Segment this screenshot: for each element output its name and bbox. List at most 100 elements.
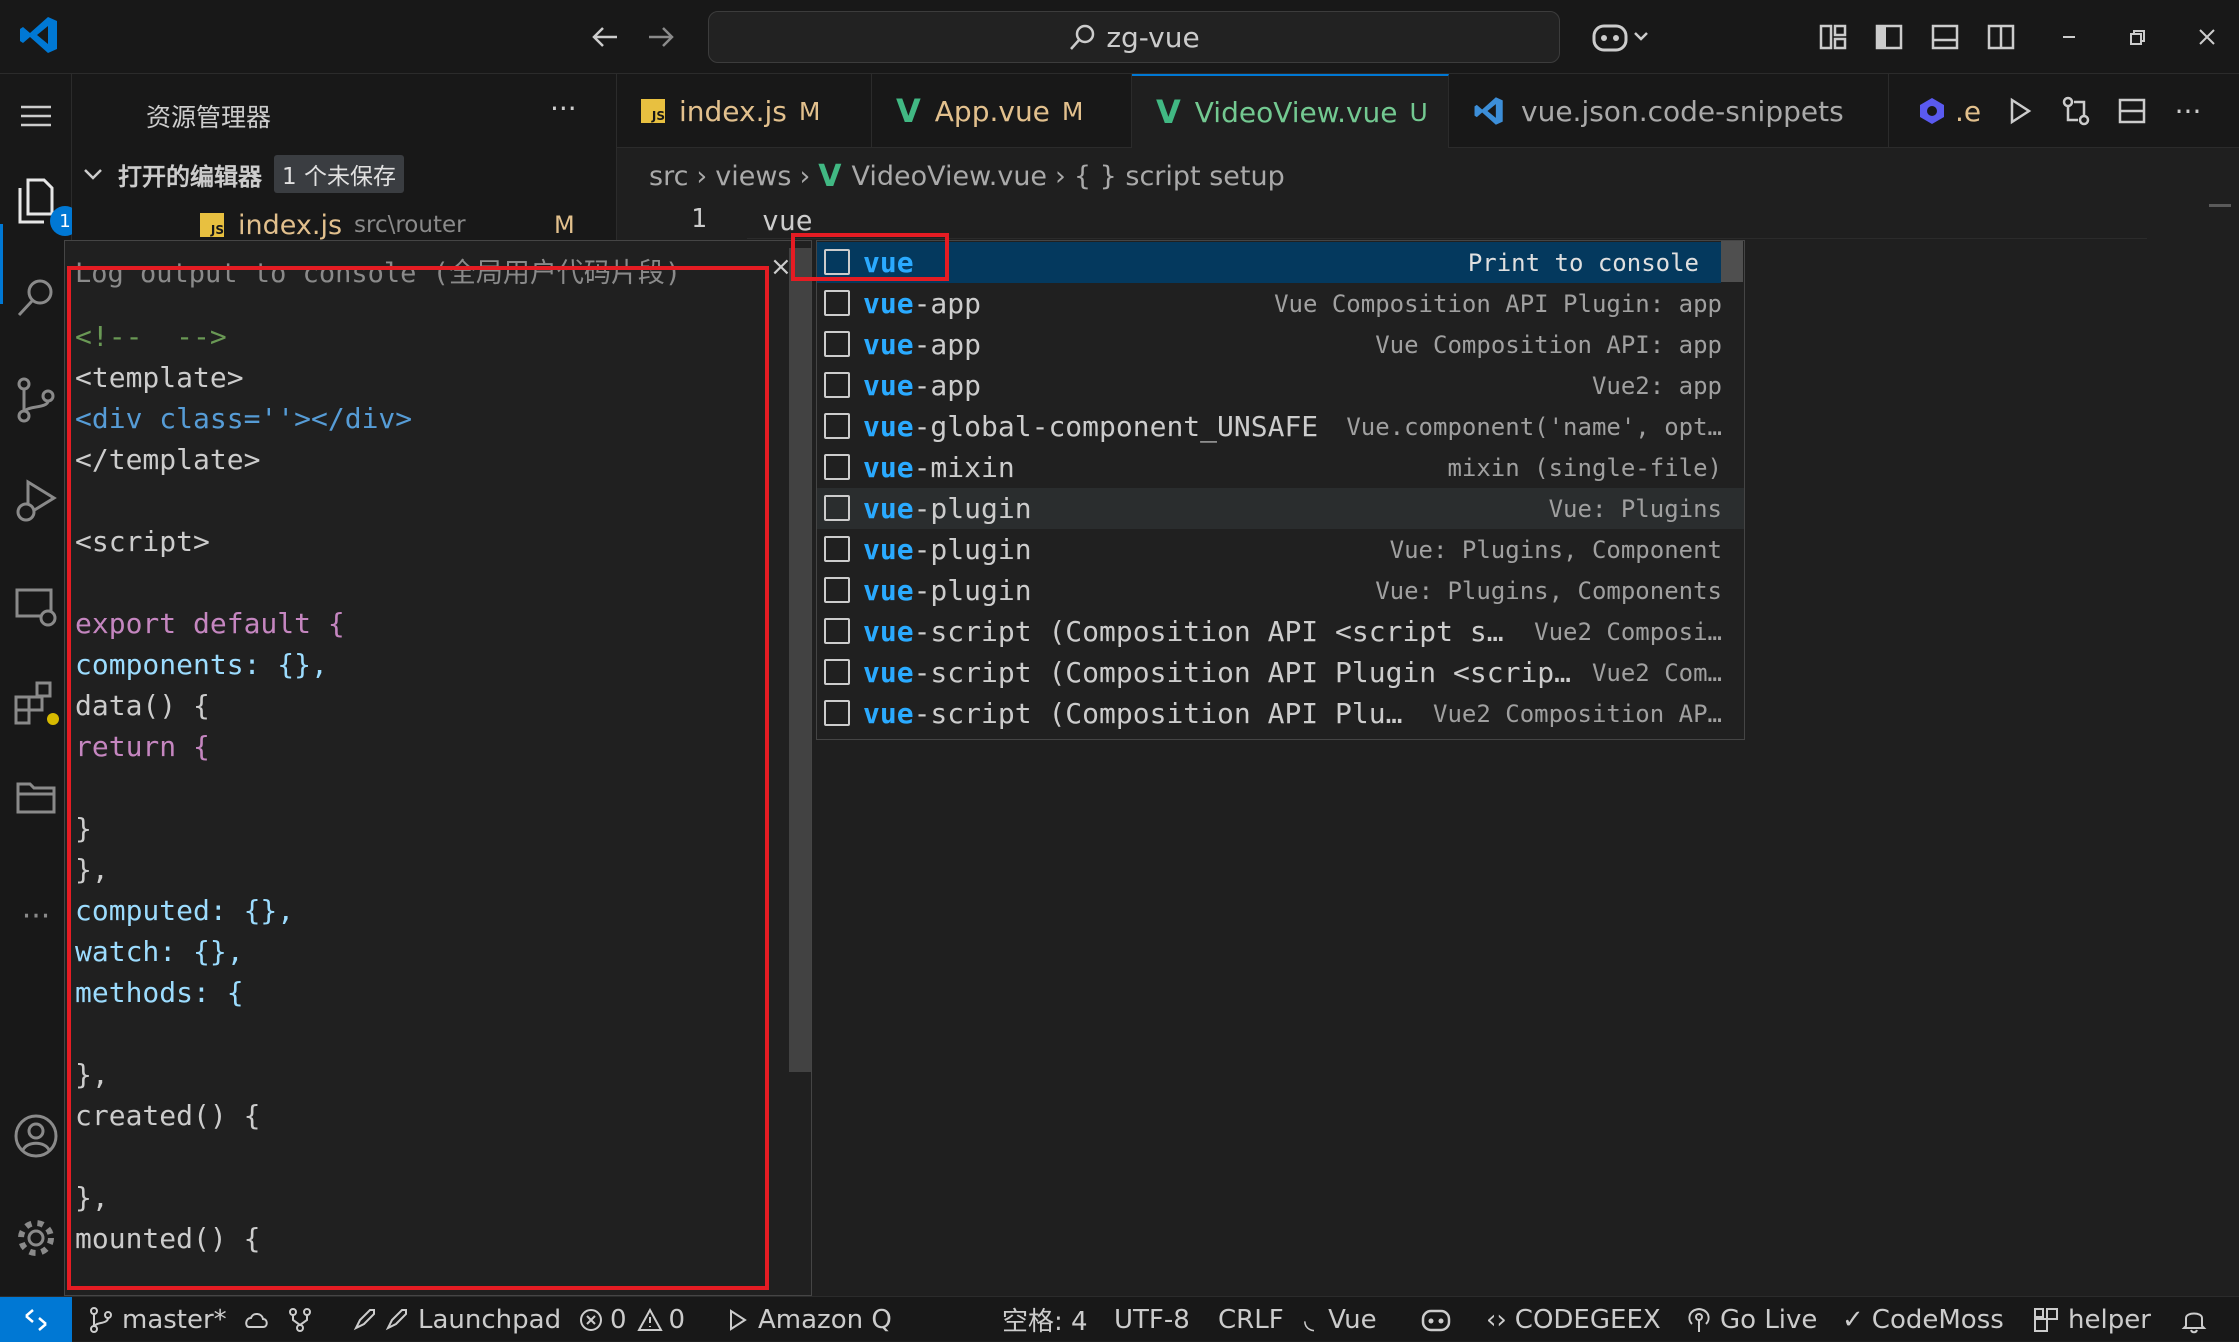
snippet-code-line: <template> — [75, 361, 244, 394]
suggestion-rest: -app — [913, 287, 982, 320]
end-of-line[interactable]: CRLF — [1218, 1297, 1284, 1342]
title-bar: zg-vue — [0, 0, 2239, 74]
minimap-slider[interactable] — [2209, 204, 2231, 207]
breadcrumb-symbol[interactable]: { } script setup — [1074, 161, 1285, 192]
tab-videoview-vue[interactable]: V VideoView.vue U — [1132, 74, 1449, 148]
suggestion-item[interactable]: vue-script (Composition API Plu… Vue2 Com… — [817, 693, 1744, 734]
more-views-icon[interactable]: ··· — [12, 892, 60, 940]
explorer-icon[interactable]: 1 — [12, 170, 80, 236]
git-graph-icon[interactable] — [286, 1297, 314, 1342]
suggestion-item[interactable]: vue-plugin Vue: Plugins — [817, 488, 1744, 529]
remote-indicator[interactable] — [0, 1297, 72, 1342]
problems-indicator[interactable]: 0 0 — [578, 1297, 685, 1342]
suggestion-item[interactable]: vue-mixin mixin (single-file) — [817, 447, 1744, 488]
detail-scrollbar[interactable] — [789, 248, 811, 1072]
copilot-status-icon[interactable] — [1420, 1297, 1452, 1342]
tab-app-vue[interactable]: V App.vue M — [872, 74, 1132, 148]
notifications-bell-icon[interactable] — [2180, 1297, 2208, 1342]
grid-plus-icon — [2034, 1307, 2058, 1332]
suggestion-match: vue — [863, 615, 914, 648]
codemoss-item[interactable]: ✓ CodeMoss — [1842, 1297, 2004, 1342]
settings-gear-icon[interactable] — [12, 1214, 60, 1262]
remote-explorer-icon[interactable] — [12, 582, 60, 630]
close-window-icon[interactable] — [2184, 14, 2230, 60]
customize-layout-icon[interactable] — [1810, 14, 1856, 60]
source-control-icon[interactable] — [12, 376, 60, 424]
suggestion-match: vue — [863, 287, 914, 320]
suggestion-item[interactable]: vue-app Vue2: app — [817, 365, 1744, 406]
compare-changes-icon[interactable] — [2053, 88, 2099, 134]
git-branch[interactable]: master* — [88, 1297, 271, 1342]
chevron-right-icon: › — [799, 160, 811, 192]
helper-item[interactable]: helper — [2032, 1297, 2151, 1342]
suggestion-item[interactable]: vue-script (Composition API <script s… Vu… — [817, 611, 1744, 652]
hexagon-icon — [1920, 98, 1944, 124]
back-arrow-icon[interactable] — [582, 14, 628, 60]
tab-partial[interactable]: .e — [1907, 74, 1997, 148]
tab-label: index.js — [679, 94, 787, 128]
rocket-icon — [385, 1308, 407, 1330]
snippet-icon — [824, 372, 850, 398]
suggestion-match: vue — [863, 328, 914, 361]
vue-file-icon: V — [818, 158, 842, 194]
run-icon[interactable] — [1997, 88, 2043, 134]
snippet-icon — [824, 659, 850, 685]
indentation[interactable]: 空格: 4 — [1002, 1297, 1088, 1342]
extensions-icon[interactable] — [12, 678, 60, 726]
open-editors-header[interactable]: 打开的编辑器 1 个未保存 — [80, 154, 610, 194]
search-view-icon[interactable] — [12, 274, 60, 322]
language-mode[interactable]: ◟ Vue — [1304, 1297, 1377, 1342]
suggest-scrollbar[interactable] — [1721, 241, 1743, 282]
suggestion-item[interactable]: vue-script (Composition API Plugin <scri… — [817, 652, 1744, 693]
restore-window-icon[interactable] — [2114, 14, 2160, 60]
run-debug-icon[interactable] — [12, 478, 60, 526]
toggle-panel-icon[interactable] — [1922, 14, 1968, 60]
encoding[interactable]: UTF-8 — [1114, 1297, 1190, 1342]
amazon-q-item[interactable]: Amazon Q — [726, 1297, 892, 1342]
breadcrumb-file[interactable]: VideoView.vue — [852, 161, 1048, 192]
snippet-icon — [824, 536, 850, 562]
editor-more-actions-icon[interactable]: ··· — [2165, 88, 2211, 134]
sidebar-more-button[interactable]: ··· — [550, 92, 577, 125]
menu-icon[interactable] — [12, 92, 60, 140]
cloud-sync-icon[interactable] — [241, 1307, 271, 1333]
suggestion-match: vue — [863, 492, 914, 525]
launchpad-item[interactable]: Launchpad — [350, 1297, 561, 1342]
vscode-logo-icon[interactable] — [18, 14, 60, 56]
codegeex-item[interactable]: ‹› CODEGEEX — [1486, 1297, 1661, 1342]
suggestion-item[interactable]: vue-global-component_UNSAFE Vue.component… — [817, 406, 1744, 447]
forward-arrow-icon[interactable] — [638, 14, 684, 60]
tab-status: U — [1409, 97, 1428, 127]
toggle-primary-sidebar-icon[interactable] — [1866, 14, 1912, 60]
search-text: zg-vue — [1106, 20, 1200, 54]
snippet-code-line: } — [75, 812, 92, 845]
minimize-window-icon[interactable] — [2046, 14, 2092, 60]
line-number: 1 — [691, 204, 707, 234]
suggestion-item[interactable]: vue-plugin Vue: Plugins, Component — [817, 529, 1744, 570]
suggestion-item[interactable]: vue-plugin Vue: Plugins, Components — [817, 570, 1744, 611]
tab-vue-json-code-snippets[interactable]: vue.json.code-snippets — [1449, 74, 1889, 148]
toggle-secondary-sidebar-icon[interactable] — [1978, 14, 2024, 60]
suggestion-rest: -plugin — [913, 492, 1032, 525]
tab-index-js[interactable]: JS index.js M — [617, 74, 872, 148]
go-live-item[interactable]: Go Live — [1686, 1297, 1817, 1342]
copilot-icon[interactable] — [1586, 14, 1656, 60]
error-count: 0 — [610, 1304, 627, 1335]
accounts-icon[interactable] — [12, 1112, 60, 1160]
suggestion-item[interactable]: vue-app Vue Composition API: app — [817, 324, 1744, 365]
breadcrumb-views[interactable]: views — [715, 161, 791, 192]
split-editor-icon[interactable] — [2109, 88, 2155, 134]
language-label: Vue — [1328, 1304, 1377, 1335]
code-line[interactable]: vue — [762, 204, 813, 237]
suggestion-label: vue-app — [863, 369, 981, 402]
breadcrumb-src[interactable]: src — [649, 161, 688, 192]
suggestion-item[interactable]: vue Print to console — [817, 242, 1721, 283]
suggestion-item[interactable]: vue-app Vue Composition API Plugin: app — [817, 283, 1744, 324]
suggestion-detail: Vue: Plugins, Component — [1389, 535, 1722, 564]
snippet-code-line: }, — [75, 1058, 109, 1091]
status-bar: master* Launchpad 0 0 Amazon Q 空格: 4 UTF… — [0, 1296, 2239, 1342]
codegeex-label: CODEGEEX — [1514, 1304, 1661, 1335]
command-center-search[interactable]: zg-vue — [708, 11, 1560, 63]
launchpad-label: Launchpad — [418, 1304, 562, 1335]
folder-icon[interactable] — [12, 774, 60, 822]
